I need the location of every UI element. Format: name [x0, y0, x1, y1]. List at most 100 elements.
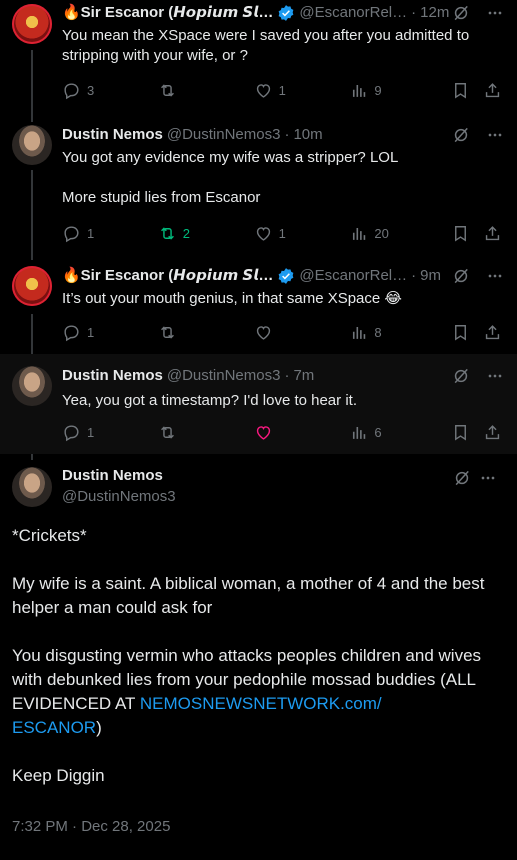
reply-button[interactable]: 1 — [62, 423, 158, 442]
author-handle[interactable]: @DustinNemos3 — [167, 366, 281, 386]
reply-button[interactable]: 1 — [62, 323, 158, 342]
grok-icon[interactable] — [451, 266, 471, 286]
tweet-time[interactable]: 9m — [420, 266, 441, 286]
reply-button[interactable]: 3 — [62, 81, 158, 100]
reply-icon — [62, 81, 81, 100]
like-icon — [254, 81, 273, 100]
author-name[interactable]: Dustin Nemos — [62, 125, 163, 145]
more-icon[interactable] — [485, 125, 505, 145]
repost-icon — [158, 81, 177, 100]
share-button[interactable] — [483, 81, 503, 100]
tweet-text: Yea, you got a timestamp? I'd love to he… — [62, 392, 357, 409]
views-count: 20 — [374, 225, 389, 241]
reply-count: 1 — [87, 324, 95, 340]
avatar[interactable] — [12, 266, 52, 306]
bookmark-button[interactable] — [451, 81, 483, 100]
grok-icon[interactable] — [451, 366, 471, 386]
repost-icon — [158, 423, 177, 442]
tweet-time[interactable]: 7m — [293, 366, 314, 386]
tweet[interactable]: 🔥Sir Escanor (𝙃𝙤𝙥𝙞𝙪𝙢 𝙎𝙡… @EscanorRel… · … — [0, 0, 517, 114]
verified-badge-icon — [277, 267, 295, 285]
tweet-time[interactable]: 10m — [293, 125, 322, 145]
author-handle[interactable]: @DustinNemos3 — [167, 125, 281, 145]
repost-button[interactable] — [158, 81, 254, 100]
views-count: 6 — [374, 424, 382, 440]
like-icon — [254, 323, 273, 342]
tweet[interactable]: 🔥Sir Escanor (𝙃𝙤𝙥𝙞𝙪𝙢 𝙎𝙡… @EscanorRel… · … — [0, 258, 517, 354]
views-button[interactable]: 6 — [349, 423, 451, 442]
bookmark-button[interactable] — [451, 323, 483, 342]
main-tweet-text: *Crickets* My wife is a saint. A biblica… — [12, 524, 501, 788]
reply-count: 1 — [87, 424, 95, 440]
share-button[interactable] — [483, 323, 503, 342]
author-name[interactable]: 🔥Sir Escanor (𝙃𝙤𝙥𝙞𝙪𝙢 𝙎𝙡… — [62, 266, 273, 286]
more-icon[interactable] — [485, 3, 505, 23]
views-icon — [349, 81, 368, 100]
repost-button[interactable] — [158, 323, 254, 342]
verified-badge-icon — [277, 4, 295, 22]
like-icon — [254, 423, 273, 442]
main-text-body: *Crickets* My wife is a saint. A biblica… — [12, 526, 485, 713]
repost-button[interactable] — [158, 423, 254, 442]
views-button[interactable]: 8 — [349, 323, 451, 342]
avatar[interactable] — [12, 125, 52, 165]
reply-count: 3 — [87, 82, 95, 98]
views-icon — [349, 323, 368, 342]
repost-icon — [158, 224, 177, 243]
repost-icon — [158, 323, 177, 342]
views-icon — [349, 423, 368, 442]
reply-button[interactable]: 1 — [62, 224, 158, 243]
more-icon[interactable] — [485, 366, 505, 386]
like-button[interactable]: 1 — [254, 81, 350, 100]
views-icon — [349, 224, 368, 243]
share-icon — [483, 323, 502, 342]
author-name[interactable]: 🔥Sir Escanor (𝙃𝙤𝙥𝙞𝙪𝙢 𝙎𝙡… — [62, 3, 273, 23]
author-handle[interactable]: @EscanorRel… — [299, 266, 407, 286]
bookmark-button[interactable] — [451, 224, 483, 243]
share-button[interactable] — [483, 224, 503, 243]
views-button[interactable]: 20 — [349, 224, 451, 243]
author-handle[interactable]: @EscanorRel… — [299, 3, 407, 23]
bookmark-icon — [451, 323, 470, 342]
grok-icon[interactable] — [451, 125, 471, 145]
like-button[interactable] — [254, 323, 350, 342]
avatar[interactable] — [12, 467, 52, 507]
reply-icon — [62, 323, 81, 342]
like-button[interactable]: 1 — [254, 224, 350, 243]
like-icon — [254, 224, 273, 243]
bookmark-button[interactable] — [451, 423, 483, 442]
like-count: 1 — [278, 82, 286, 98]
tweet[interactable]: Dustin Nemos @DustinNemos3 · 10m You got… — [0, 118, 517, 258]
tweet-text: You mean the XSpace were I saved you aft… — [62, 27, 474, 64]
grok-icon[interactable] — [452, 468, 472, 488]
share-icon — [483, 423, 502, 442]
tweet-text: It’s out your mouth genius, in that same… — [62, 290, 402, 307]
tweet-time[interactable]: 12m — [420, 3, 449, 23]
author-name[interactable]: Dustin Nemos — [62, 467, 163, 484]
separator: · — [411, 267, 417, 284]
more-icon[interactable] — [485, 266, 505, 286]
bookmark-icon — [451, 423, 470, 442]
tweet-timestamp[interactable]: 7:32 PM · Dec 28, 2025 — [12, 818, 170, 835]
reply-icon — [62, 224, 81, 243]
like-button[interactable] — [254, 423, 350, 442]
share-button[interactable] — [483, 423, 503, 442]
repost-count: 2 — [182, 225, 191, 241]
views-button[interactable]: 9 — [349, 81, 451, 100]
tweet-text: You got any evidence my wife was a strip… — [62, 149, 399, 206]
repost-button[interactable]: 2 — [158, 224, 254, 243]
tweet[interactable]: Dustin Nemos @DustinNemos3 · 7m Yea, you… — [0, 354, 517, 454]
author-handle[interactable]: @DustinNemos3 — [62, 488, 176, 505]
views-count: 8 — [374, 324, 382, 340]
views-count: 9 — [374, 82, 382, 98]
grok-icon[interactable] — [451, 3, 471, 23]
share-icon — [483, 81, 502, 100]
reply-count: 1 — [87, 225, 95, 241]
bookmark-icon — [451, 224, 470, 243]
bookmark-icon — [451, 81, 470, 100]
reply-icon — [62, 423, 81, 442]
avatar[interactable] — [12, 366, 52, 406]
avatar[interactable] — [12, 4, 52, 44]
author-name[interactable]: Dustin Nemos — [62, 366, 163, 386]
more-icon[interactable] — [478, 468, 498, 488]
